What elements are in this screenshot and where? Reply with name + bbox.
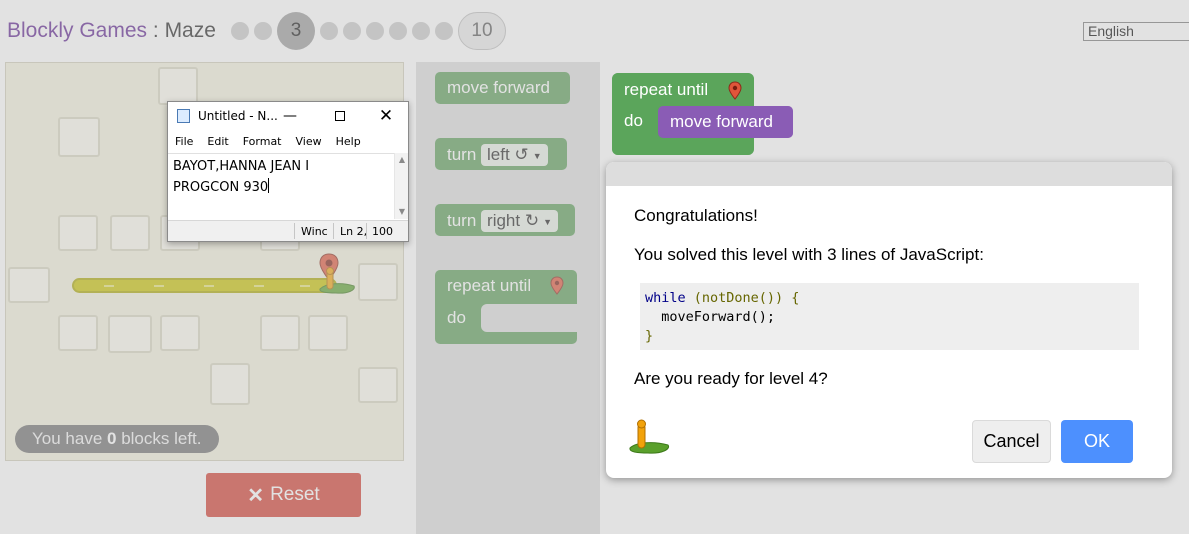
goal-marker-icon	[728, 81, 742, 100]
ok-button[interactable]: OK	[1061, 420, 1133, 463]
dialog-heading: Congratulations!	[634, 206, 758, 225]
menu-view[interactable]: View	[289, 132, 329, 152]
code-line-1: (notDone()) {	[685, 290, 800, 306]
dialog-solved-text: You solved this level with 3 lines of Ja…	[634, 245, 984, 264]
block-label: move forward	[670, 112, 773, 131]
notepad-line-2: PROGCON 930	[173, 180, 269, 195]
status-separator	[333, 223, 334, 239]
block-label: repeat until	[624, 80, 709, 99]
code-keyword: while	[645, 290, 686, 306]
code-line-2: moveForward();	[645, 309, 776, 325]
notepad-menubar: File Edit Format View Help	[168, 132, 408, 152]
text-caret	[268, 178, 270, 193]
pegman-icon	[629, 419, 670, 454]
status-separator	[366, 223, 367, 239]
maximize-icon[interactable]	[326, 103, 354, 129]
status-zoom: 100	[372, 225, 393, 238]
menu-help[interactable]: Help	[329, 132, 368, 152]
menu-format[interactable]: Format	[236, 132, 289, 152]
scroll-up-icon[interactable]: ▲	[397, 155, 407, 165]
menu-edit[interactable]: Edit	[200, 132, 235, 152]
minimize-icon[interactable]: —	[276, 103, 304, 129]
status-separator	[294, 223, 295, 239]
notepad-window: Untitled - N... — ✕ File Edit Format Vie…	[167, 101, 409, 242]
notepad-statusbar: Winc Ln 2, 100	[168, 220, 408, 241]
code-line-3: }	[645, 328, 654, 344]
menu-file[interactable]: File	[168, 132, 200, 152]
status-encoding: Winc	[301, 225, 328, 238]
workspace-move-forward-block-highlight[interactable]: move forward	[658, 106, 793, 138]
dialog-next-level-text: Are you ready for level 4?	[634, 369, 828, 388]
notepad-app-icon	[177, 109, 190, 123]
cancel-button[interactable]: Cancel	[972, 420, 1051, 463]
scroll-down-icon[interactable]: ▼	[397, 207, 407, 217]
block-do-label: do	[624, 111, 643, 130]
notepad-line-1: BAYOT,HANNA JEAN I	[173, 159, 310, 174]
dialog-titlebar[interactable]	[606, 162, 1172, 186]
status-position: Ln 2,	[340, 225, 366, 238]
notepad-scrollbar[interactable]: ▲ ▼	[394, 153, 408, 219]
blockly-maze-app: Blockly Games : Maze 3 10 English You ha…	[0, 0, 1189, 534]
notepad-title: Untitled - N...	[198, 109, 278, 123]
solution-code: while (notDone()) { moveForward(); }	[640, 283, 1139, 350]
close-icon[interactable]: ✕	[372, 103, 400, 129]
congratulations-dialog: Congratulations! You solved this level w…	[606, 162, 1172, 478]
notepad-text-area[interactable]: BAYOT,HANNA JEAN I PROGCON 930	[168, 153, 394, 220]
notepad-titlebar[interactable]: Untitled - N... — ✕	[168, 102, 408, 130]
